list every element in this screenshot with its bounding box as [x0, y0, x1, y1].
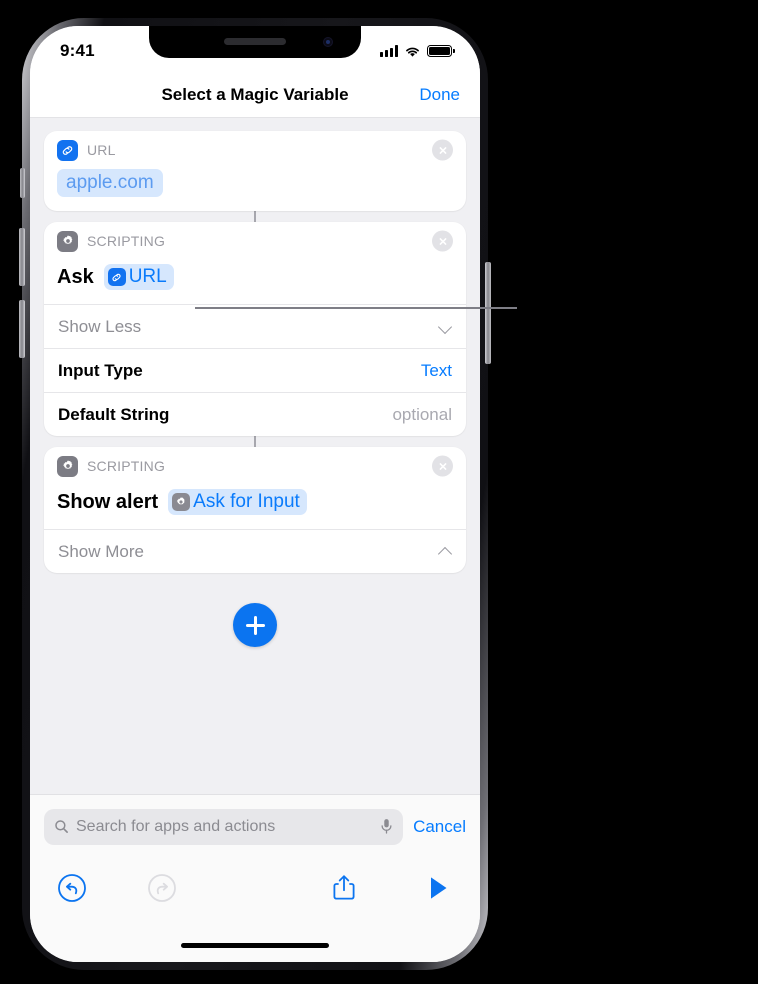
status-indicators — [380, 45, 455, 58]
search-placeholder: Search for apps and actions — [76, 817, 276, 835]
close-icon[interactable] — [432, 139, 453, 161]
search-bar: Search for apps and actions Cancel — [30, 794, 480, 858]
page-title: Select a Magic Variable — [161, 84, 349, 104]
battery-full-icon — [427, 45, 455, 57]
volume-up-button[interactable] — [19, 228, 25, 286]
card-connector — [254, 436, 256, 447]
card-header-label: SCRIPTING — [87, 233, 166, 249]
show-alert-row[interactable]: Show alert Ask for Input — [44, 485, 466, 529]
toolbar-left-group — [56, 872, 178, 904]
card-connector — [254, 211, 256, 222]
search-input[interactable]: Search for apps and actions — [44, 808, 404, 845]
parameter-row-input-type[interactable]: Input Type Text — [44, 348, 466, 392]
toolbar-right-group — [328, 872, 454, 904]
parameter-row-default-string[interactable]: Default String optional — [44, 392, 466, 436]
gear-icon — [172, 493, 191, 511]
ask-action-row[interactable]: Ask URL — [44, 260, 466, 304]
undo-button[interactable] — [56, 872, 88, 904]
notch — [149, 26, 361, 58]
add-action-container — [44, 603, 466, 647]
phone-screen: 9:41 Select a Magic Variable Done URL ap… — [30, 26, 480, 962]
parameter-label: Default String — [58, 404, 170, 424]
show-alert-label: Show alert — [57, 490, 159, 513]
status-time: 9:41 — [60, 41, 95, 60]
link-icon — [57, 139, 78, 161]
done-button[interactable]: Done — [419, 85, 460, 105]
action-card-ask[interactable]: SCRIPTING Ask URL Show Less Input Type T… — [44, 222, 466, 436]
token-label: Ask for Input — [193, 491, 300, 512]
parameter-value[interactable]: optional — [392, 405, 452, 425]
close-icon[interactable] — [432, 230, 453, 252]
cancel-button[interactable]: Cancel — [413, 817, 466, 837]
cellular-bars-icon — [380, 45, 398, 57]
add-action-button[interactable] — [233, 603, 277, 647]
earpiece-speaker — [224, 38, 286, 45]
play-button[interactable] — [422, 872, 454, 904]
undo-icon — [58, 874, 86, 902]
gear-icon — [57, 455, 78, 477]
chevron-down-icon — [439, 320, 452, 333]
disclosure-row-show-more[interactable]: Show More — [44, 529, 466, 573]
card-header: SCRIPTING — [44, 222, 466, 260]
gear-icon — [57, 230, 78, 252]
magic-variable-token-ask-for-input[interactable]: Ask for Input — [168, 489, 307, 515]
share-button[interactable] — [328, 872, 360, 904]
wifi-icon — [406, 47, 419, 57]
card-header: URL — [44, 131, 466, 169]
card-header-label: SCRIPTING — [87, 458, 166, 474]
token-label: URL — [128, 266, 167, 287]
close-icon[interactable] — [432, 455, 453, 477]
power-button[interactable] — [485, 262, 491, 364]
disclosure-row-show-less[interactable]: Show Less — [44, 304, 466, 348]
redo-button[interactable] — [146, 872, 178, 904]
silent-switch[interactable] — [20, 168, 25, 198]
action-card-show-alert[interactable]: SCRIPTING Show alert Ask for Input Show … — [44, 447, 466, 573]
parameter-label: Input Type — [58, 360, 143, 380]
search-icon — [55, 820, 68, 833]
play-icon — [431, 877, 447, 899]
parameter-value[interactable]: Text — [421, 361, 452, 381]
link-icon — [107, 268, 126, 286]
action-card-url[interactable]: URL apple.com — [44, 131, 466, 211]
url-value-pill[interactable]: apple.com — [57, 169, 163, 197]
disclosure-label: Show More — [58, 541, 144, 561]
ask-action-label: Ask — [57, 265, 94, 288]
volume-down-button[interactable] — [19, 300, 25, 358]
card-header: SCRIPTING — [44, 447, 466, 485]
microphone-icon[interactable] — [380, 818, 393, 835]
magic-variable-token-url[interactable]: URL — [103, 264, 174, 290]
disclosure-label: Show Less — [58, 316, 142, 336]
card-header-label: URL — [87, 142, 116, 158]
share-icon — [333, 875, 355, 900]
shortcut-actions-list[interactable]: URL apple.com SCRIPTING Ask URL Show Les… — [30, 118, 480, 794]
callout-leader-line — [195, 307, 517, 309]
home-indicator[interactable] — [181, 943, 329, 948]
screenshot-stage: 9:41 Select a Magic Variable Done URL ap… — [0, 0, 758, 984]
front-camera-icon — [323, 37, 333, 47]
card-body: apple.com — [44, 169, 466, 211]
chevron-up-icon — [439, 545, 452, 558]
redo-icon — [148, 874, 176, 902]
navigation-bar: Select a Magic Variable Done — [30, 72, 480, 118]
